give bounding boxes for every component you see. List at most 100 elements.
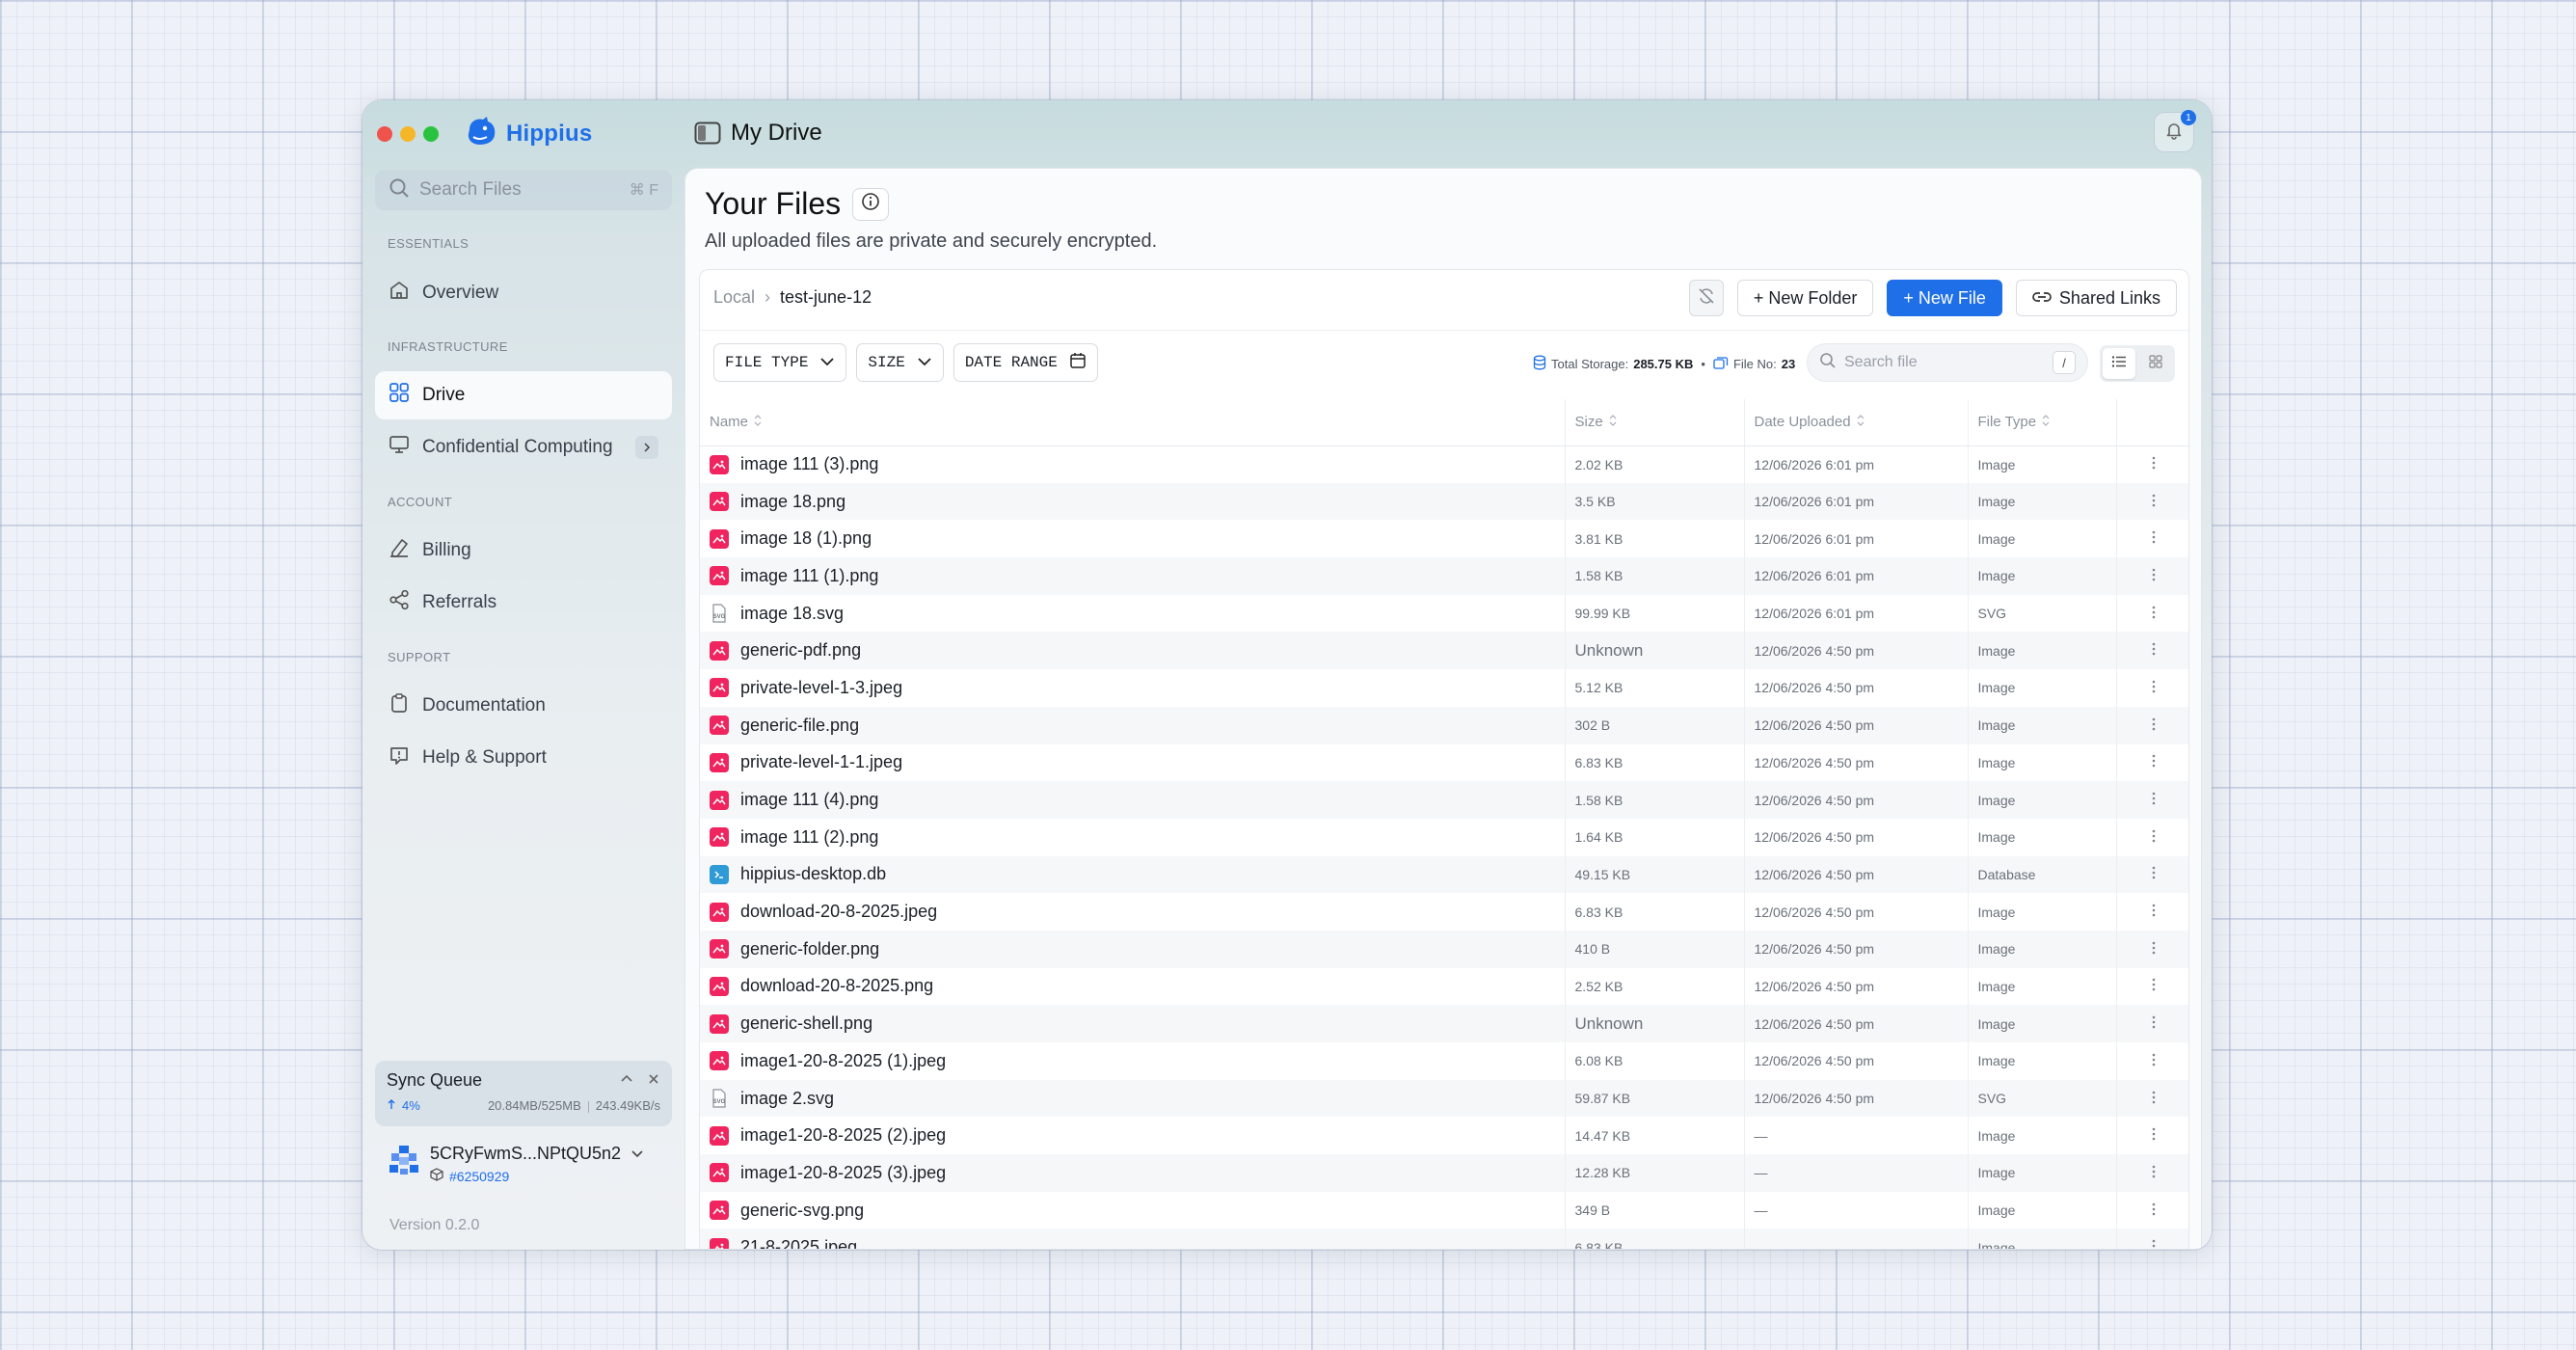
more-vertical-icon[interactable] [2152,829,2156,846]
file-name-cell[interactable]: generic-pdf.png [700,632,1566,670]
table-row[interactable]: image 111 (2).png 1.64 KB 12/06/2026 4:50 … [700,818,2188,856]
table-row[interactable]: generic-svg.png 349 B — Image [700,1191,2188,1229]
more-vertical-icon[interactable] [2152,680,2156,696]
file-name-cell[interactable]: image 111 (1).png [700,557,1566,595]
more-vertical-icon[interactable] [2152,456,2156,472]
row-actions-cell[interactable] [2116,1042,2188,1080]
file-name-cell[interactable]: private-level-1-3.jpeg [700,669,1566,707]
list-view-button[interactable] [2103,348,2135,379]
new-folder-button[interactable]: + New Folder [1736,280,1874,316]
more-vertical-icon[interactable] [2152,1239,2156,1249]
table-row[interactable]: generic-folder.png 410 B 12/06/2026 4:50 p… [700,930,2188,968]
more-vertical-icon[interactable] [2152,904,2156,920]
more-vertical-icon[interactable] [2152,494,2156,510]
more-vertical-icon[interactable] [2152,979,2156,994]
file-name-cell[interactable]: image1-20-8-2025 (1).jpeg [700,1042,1566,1080]
row-actions-cell[interactable] [2116,595,2188,633]
row-actions-cell[interactable] [2116,930,2188,968]
row-actions-cell[interactable] [2116,482,2188,521]
file-name-cell[interactable]: download-20-8-2025.png [700,967,1566,1006]
more-vertical-icon[interactable] [2152,1053,2156,1069]
close-icon[interactable] [647,1072,660,1091]
chevron-up-icon[interactable] [620,1072,633,1091]
row-actions-cell[interactable] [2116,669,2188,707]
breadcrumb-root[interactable]: Local [713,287,755,308]
more-vertical-icon[interactable] [2152,867,2156,882]
row-actions-cell[interactable] [2116,1228,2188,1249]
file-name-cell[interactable]: generic-folder.png [700,930,1566,968]
more-vertical-icon[interactable] [2152,1165,2156,1181]
window-minimize-button[interactable] [400,126,416,142]
more-vertical-icon[interactable] [2152,642,2156,659]
more-vertical-icon[interactable] [2152,530,2156,547]
file-search-input[interactable]: Search file / [1807,343,2088,382]
file-name-cell[interactable]: generic-file.png [700,706,1566,744]
table-row[interactable]: image 111 (1).png 1.58 KB 12/06/2026 6:01 … [700,557,2188,595]
file-name-cell[interactable]: image 111 (4).png [700,781,1566,819]
file-name-cell[interactable]: hippius-desktop.db [700,855,1566,894]
table-row[interactable]: image1-20-8-2025 (2).jpeg 14.47 KB — Image [700,1117,2188,1155]
table-row[interactable]: image1-20-8-2025 (1).jpeg 6.08 KB 12/06/20… [700,1042,2188,1080]
sidebar-item-drive[interactable]: Drive [375,371,672,419]
more-vertical-icon[interactable] [2152,1202,2156,1219]
more-vertical-icon[interactable] [2152,1127,2156,1144]
size-filter[interactable]: SIZE [856,343,944,382]
sidebar-toggle-icon[interactable] [694,122,721,145]
table-row[interactable]: generic-shell.png Unknown 12/06/2026 4:50 … [700,1005,2188,1042]
sync-button[interactable] [1688,280,1724,316]
row-actions-cell[interactable] [2116,557,2188,595]
table-row[interactable]: private-level-1-3.jpeg 5.12 KB 12/06/2026 … [700,669,2188,707]
column-header-type[interactable]: File Type [1968,399,2117,446]
file-name-cell[interactable]: image1-20-8-2025 (2).jpeg [700,1117,1566,1155]
column-header-date[interactable]: Date Uploaded [1744,399,1969,446]
table-row[interactable]: 21-8-2025.jpeg 6.83 KB — Image [700,1228,2188,1249]
notifications-button[interactable]: 1 [2154,110,2196,152]
file-name-cell[interactable]: SVG image 2.svg [700,1079,1566,1118]
row-actions-cell[interactable] [2116,1154,2188,1192]
table-row[interactable]: image 18.png 3.5 KB 12/06/2026 6:01 pm Imag… [700,482,2188,521]
file-name-cell[interactable]: image 111 (3).png [700,446,1566,483]
table-row[interactable]: image 111 (3).png 2.02 KB 12/06/2026 6:01 … [700,446,2188,483]
row-actions-cell[interactable] [2116,1117,2188,1154]
table-row[interactable]: SVG image 2.svg 59.87 KB 12/06/2026 4:50 pm… [700,1079,2188,1118]
sync-queue-card[interactable]: Sync Queue 4% 20.84MB/525MB 243.49KB/s [375,1061,672,1126]
info-button[interactable] [852,187,890,221]
file-type-filter[interactable]: FILE TYPE [713,343,847,382]
row-actions-cell[interactable] [2116,520,2188,557]
more-vertical-icon[interactable] [2152,755,2156,770]
more-vertical-icon[interactable] [2152,717,2156,734]
date-range-filter[interactable]: DATE RANGE [953,343,1098,382]
table-row[interactable]: image1-20-8-2025 (3).jpeg 12.28 KB — Image [700,1154,2188,1192]
row-actions-cell[interactable] [2116,744,2188,782]
more-vertical-icon[interactable] [2152,1091,2156,1107]
row-actions-cell[interactable] [2116,819,2188,856]
column-header-name[interactable]: Name [700,399,1566,446]
file-name-cell[interactable]: image 18.png [700,482,1566,521]
table-row[interactable]: image 111 (4).png 1.58 KB 12/06/2026 4:50 … [700,781,2188,819]
file-name-cell[interactable]: SVG image 18.svg [700,594,1566,633]
sidebar-item-documentation[interactable]: Documentation [375,682,672,730]
file-name-cell[interactable]: download-20-8-2025.jpeg [700,893,1566,931]
shared-links-button[interactable]: Shared Links [2015,280,2177,316]
file-name-cell[interactable]: private-level-1-1.jpeg [700,743,1566,782]
sidebar-item-overview[interactable]: Overview [375,269,672,317]
file-name-cell[interactable]: generic-shell.png [700,1005,1566,1042]
table-row[interactable]: download-20-8-2025.jpeg 6.83 KB 12/06/2026… [700,893,2188,931]
file-name-cell[interactable]: image 18 (1).png [700,520,1566,558]
window-maximize-button[interactable] [423,126,439,142]
row-actions-cell[interactable] [2116,1005,2188,1042]
file-name-cell[interactable]: generic-svg.png [700,1191,1566,1229]
sidebar-item-referrals[interactable]: Referrals [375,579,672,627]
row-actions-cell[interactable] [2116,781,2188,819]
table-row[interactable]: generic-pdf.png Unknown 12/06/2026 4:50 pm… [700,632,2188,670]
row-actions-cell[interactable] [2116,706,2188,744]
chevron-right-icon[interactable] [635,436,658,459]
file-name-cell[interactable]: 21-8-2025.jpeg [700,1228,1566,1249]
more-vertical-icon[interactable] [2152,792,2156,808]
row-actions-cell[interactable] [2116,1079,2188,1118]
more-vertical-icon[interactable] [2152,1015,2156,1032]
row-actions-cell[interactable] [2116,855,2188,894]
file-name-cell[interactable]: image 111 (2).png [700,818,1566,856]
row-actions-cell[interactable] [2116,632,2188,670]
new-file-button[interactable]: + New File [1887,280,2002,316]
